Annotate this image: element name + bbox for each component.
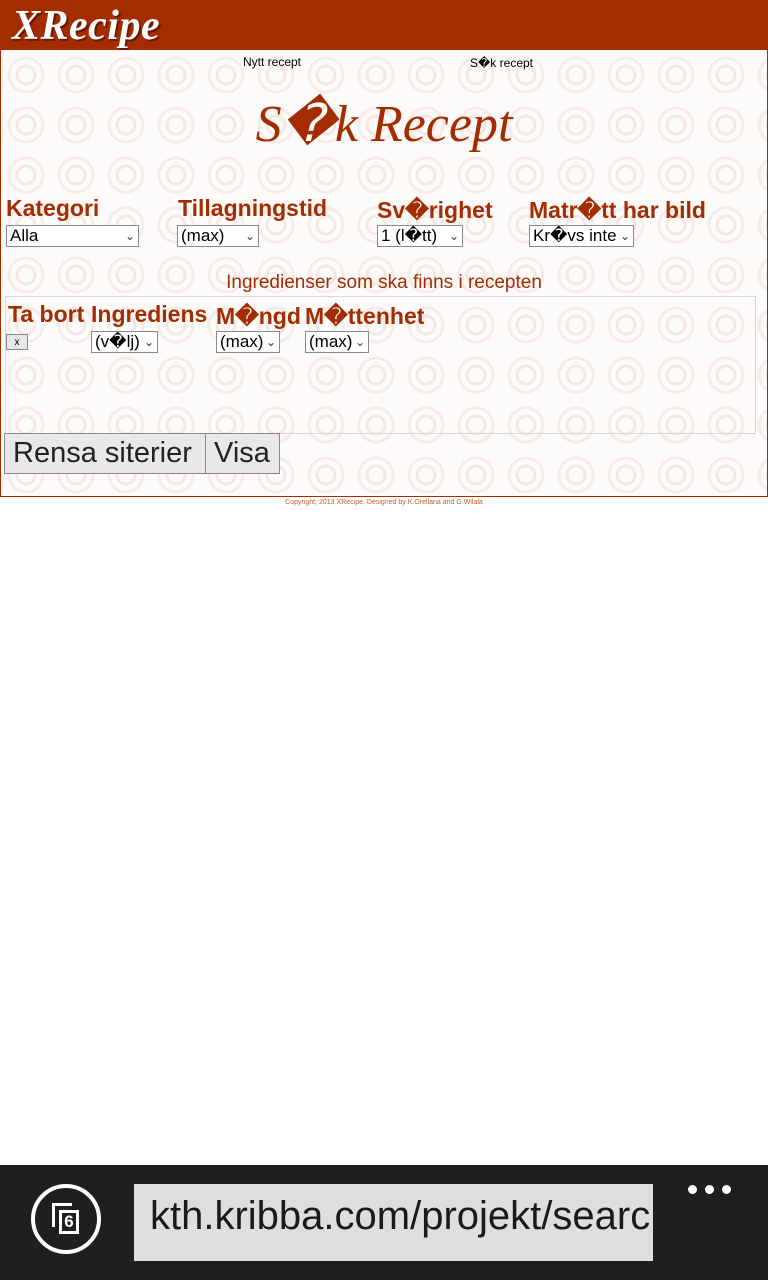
address-bar[interactable]: kth.kribba.com/projekt/search [134,1184,653,1261]
more-icon-dot-1 [688,1185,697,1194]
ingredient-select[interactable]: (v�lj) ⌄ [91,331,158,353]
unit-select-value: (max) [309,332,353,351]
cook-time-select[interactable]: (max) ⌄ [177,225,259,247]
chevron-down-icon: ⌄ [244,229,255,243]
main-content: Nytt recept S�k recept S�k Recept Katego… [0,50,768,497]
chevron-down-icon: ⌄ [354,335,365,349]
more-button[interactable] [686,1175,736,1205]
browser-app-bar: 6 kth.kribba.com/projekt/search [0,1165,768,1280]
amount-select-value: (max) [220,332,264,351]
page-title: S�k Recept [255,96,513,153]
address-bar-url: kth.kribba.com/projekt/search [150,1194,653,1238]
cook-time-select-value: (max) [181,226,225,245]
more-icon-dot-3 [722,1185,731,1194]
category-select[interactable]: Alla ⌄ [6,225,139,247]
chevron-down-icon: ⌄ [619,229,630,243]
footer-copyright: Copyright; 2013 XRecipe. Designed by K.O… [285,499,483,506]
has-image-label: Matr�tt har bild [529,197,706,223]
chevron-down-icon: ⌄ [143,335,154,349]
category-select-value: Alla [10,226,39,245]
app-logo[interactable]: XRecipe [12,2,160,50]
chevron-down-icon: ⌄ [265,335,276,349]
col-ingredient-header: Ingrediens [91,301,208,327]
tabs-button[interactable]: 6 [31,1184,101,1254]
difficulty-label: Sv�righet [377,197,493,223]
amount-select[interactable]: (max) ⌄ [216,331,280,353]
has-image-select[interactable]: Kr�vs inte ⌄ [529,225,634,247]
chevron-down-icon: ⌄ [124,229,135,243]
unit-select[interactable]: (max) ⌄ [305,331,369,353]
col-remove-header: Ta bort [8,301,85,327]
app-header: XRecipe [0,0,768,50]
cook-time-label: Tillagningstid [178,195,328,221]
difficulty-select[interactable]: 1 (l�tt) ⌄ [377,225,463,247]
nav-new-recipe-link[interactable]: Nytt recept [243,55,301,69]
remove-row-button[interactable]: x [6,334,28,350]
clear-criteria-button[interactable]: Rensa siterier [4,433,206,474]
category-label: Kategori [6,195,100,221]
difficulty-select-value: 1 (l�tt) [381,226,438,245]
tab-count: 6 [64,1212,74,1231]
col-amount-header: M�ngd [216,303,301,329]
show-button[interactable]: Visa [205,433,280,474]
col-unit-header: M�ttenhet [305,303,425,329]
has-image-select-value: Kr�vs inte [533,226,617,245]
nav-search-recipe-link[interactable]: S�k recept [470,56,533,70]
ingredients-caption: Ingredienser som ska finns i recepten [226,272,542,293]
ingredient-select-value: (v�lj) [95,332,140,351]
more-icon-dot-2 [705,1185,714,1194]
chevron-down-icon: ⌄ [448,229,459,243]
